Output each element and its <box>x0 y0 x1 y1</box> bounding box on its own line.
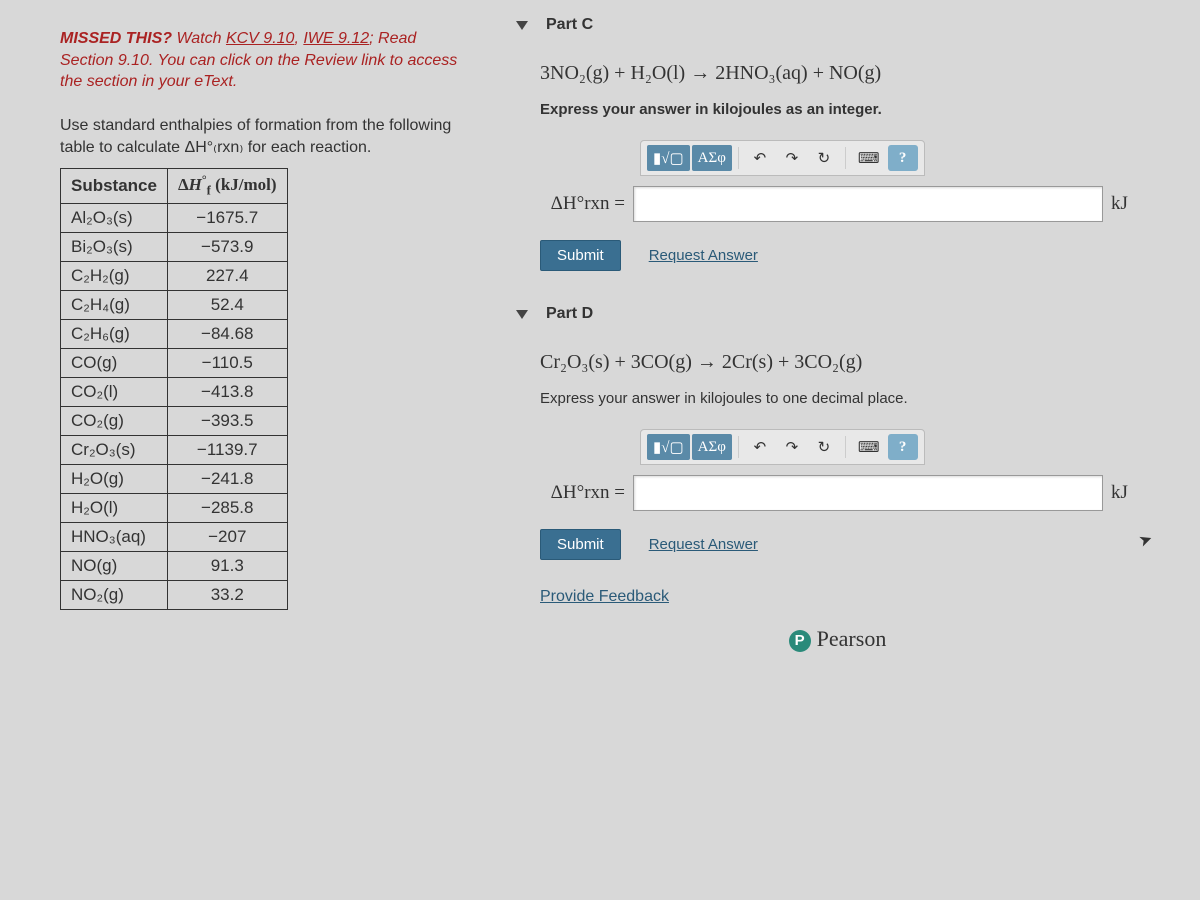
part-c-header[interactable]: Part C <box>510 10 1165 58</box>
table-row: C₂H₆(g)−84.68 <box>61 319 288 348</box>
table-row: HNO₃(aq)−207 <box>61 522 288 551</box>
table-row: Bi₂O₃(s)−573.9 <box>61 232 288 261</box>
table-row: CO₂(l)−413.8 <box>61 377 288 406</box>
answer-panel: Part C 3NO₂(g) + H₂O(l) → 2HNO₃(aq) + NO… <box>480 0 1200 900</box>
col-substance: Substance <box>61 168 168 203</box>
enthalpy-table: Substance ΔH°f (kJ/mol) Al₂O₃(s)−1675.7 … <box>60 168 288 610</box>
part-d-reaction: Cr₂O₃(s) + 3CO(g) → 2Cr(s) + 3CO₂(g) <box>540 351 1165 374</box>
table-row: C₂H₂(g)227.4 <box>61 261 288 290</box>
part-d-lhs: ΔH°rxn = <box>540 482 625 504</box>
part-c-answer-box: ▮√▢ ΑΣφ ↶ ↷ ↻ ⌨ ? ΔH°rxn = kJ <box>540 140 1165 222</box>
table-body: Al₂O₃(s)−1675.7 Bi₂O₃(s)−573.9 C₂H₂(g)22… <box>61 203 288 609</box>
problem-intro: Use standard enthalpies of formation fro… <box>60 115 460 160</box>
reset-icon[interactable]: ↻ <box>809 434 839 460</box>
part-d-input[interactable] <box>633 475 1103 511</box>
submit-button-d[interactable]: Submit <box>540 529 621 560</box>
submit-button-c[interactable]: Submit <box>540 240 621 271</box>
reset-icon[interactable]: ↻ <box>809 145 839 171</box>
part-c-title: Part C <box>546 16 593 34</box>
equation-toolbar-d: ▮√▢ ΑΣφ ↶ ↷ ↻ ⌨ ? <box>640 429 925 465</box>
symbols-button[interactable]: ΑΣφ <box>692 434 732 460</box>
redo-icon[interactable]: ↷ <box>777 145 807 171</box>
undo-icon[interactable]: ↶ <box>745 434 775 460</box>
table-row: H₂O(g)−241.8 <box>61 464 288 493</box>
provide-feedback-link[interactable]: Provide Feedback <box>540 588 1165 606</box>
table-row: NO(g)91.3 <box>61 551 288 580</box>
keyboard-icon[interactable]: ⌨ <box>852 145 886 171</box>
part-d-header[interactable]: Part D <box>510 299 1165 347</box>
request-answer-d[interactable]: Request Answer <box>649 536 758 553</box>
missed-this-notice: MISSED THIS? Watch KCV 9.10, IWE 9.12; R… <box>60 28 460 93</box>
templates-button[interactable]: ▮√▢ <box>647 145 690 171</box>
col-value: ΔH°f (kJ/mol) <box>167 168 287 203</box>
part-c-input[interactable] <box>633 186 1103 222</box>
equation-toolbar-c: ▮√▢ ΑΣφ ↶ ↷ ↻ ⌨ ? <box>640 140 925 176</box>
request-answer-c[interactable]: Request Answer <box>649 247 758 264</box>
chevron-down-icon <box>516 310 528 319</box>
question-sidebar: MISSED THIS? Watch KCV 9.10, IWE 9.12; R… <box>0 0 480 900</box>
watch-label: Watch <box>176 30 226 47</box>
table-row: CO(g)−110.5 <box>61 348 288 377</box>
keyboard-icon[interactable]: ⌨ <box>852 434 886 460</box>
part-c-unit: kJ <box>1111 193 1128 215</box>
table-row: Cr₂O₃(s)−1139.7 <box>61 435 288 464</box>
part-c-reaction: 3NO₂(g) + H₂O(l) → 2HNO₃(aq) + NO(g) <box>540 62 1165 85</box>
table-row: C₂H₄(g)52.4 <box>61 290 288 319</box>
templates-button[interactable]: ▮√▢ <box>647 434 690 460</box>
part-d-title: Part D <box>546 305 593 323</box>
part-d-answer-box: ▮√▢ ΑΣφ ↶ ↷ ↻ ⌨ ? ΔH°rxn = kJ <box>540 429 1165 511</box>
chevron-down-icon <box>516 21 528 30</box>
part-c-lhs: ΔH°rxn = <box>540 193 625 215</box>
redo-icon[interactable]: ↷ <box>777 434 807 460</box>
undo-icon[interactable]: ↶ <box>745 145 775 171</box>
help-button[interactable]: ? <box>888 145 918 171</box>
part-c-prompt: Express your answer in kilojoules as an … <box>540 101 1165 118</box>
pearson-p-icon: P <box>789 630 811 652</box>
part-d-prompt: Express your answer in kilojoules to one… <box>540 390 1165 407</box>
symbols-button[interactable]: ΑΣφ <box>692 145 732 171</box>
table-row: NO₂(g)33.2 <box>61 580 288 609</box>
table-row: Al₂O₃(s)−1675.7 <box>61 203 288 232</box>
part-d-unit: kJ <box>1111 482 1128 504</box>
missed-prefix: MISSED THIS? <box>60 30 176 47</box>
table-row: H₂O(l)−285.8 <box>61 493 288 522</box>
pearson-logo: PPearson <box>510 626 1165 652</box>
kcv-link[interactable]: KCV 9.10 <box>226 30 294 47</box>
help-button[interactable]: ? <box>888 434 918 460</box>
table-row: CO₂(g)−393.5 <box>61 406 288 435</box>
iwe-link[interactable]: IWE 9.12 <box>303 30 369 47</box>
